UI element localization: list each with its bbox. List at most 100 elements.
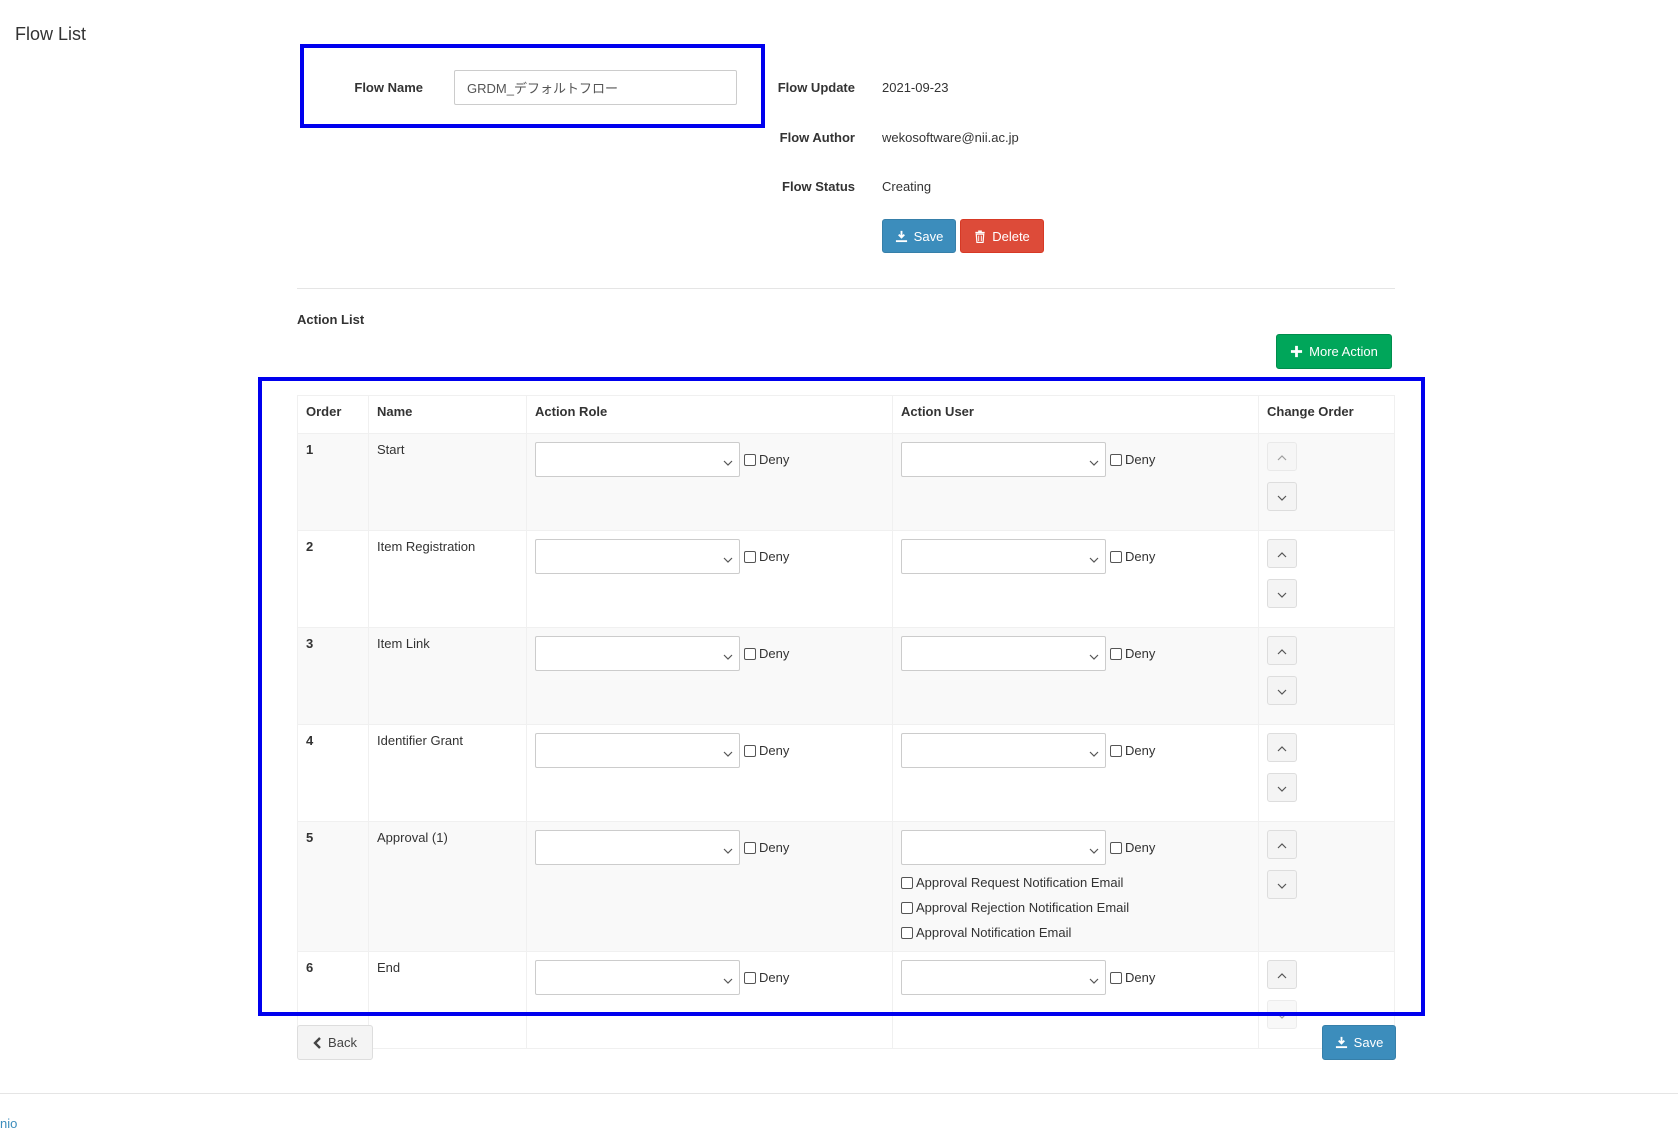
checkbox-box[interactable] [1110, 647, 1122, 660]
flow-name-input[interactable] [454, 70, 737, 105]
move-up-button[interactable] [1267, 960, 1297, 989]
back-button-label: Back [328, 1035, 357, 1050]
action-role-select[interactable] [535, 733, 740, 768]
bottom-save-label: Save [1353, 1035, 1384, 1050]
action-role-select[interactable] [535, 960, 740, 995]
chevron-up-icon [1277, 643, 1287, 658]
move-down-button[interactable] [1267, 773, 1297, 802]
checkbox-box[interactable] [744, 647, 756, 660]
move-down-button[interactable] [1267, 870, 1297, 899]
action-role-deny-checkbox[interactable]: Deny [744, 970, 789, 985]
action-user-cell: Deny [892, 627, 1259, 725]
delete-button[interactable]: Delete [960, 219, 1044, 253]
action-role-select[interactable] [535, 539, 740, 574]
bottom-save-button[interactable]: Save [1322, 1025, 1396, 1060]
order-cell: 1 [297, 433, 369, 531]
checkbox-box[interactable] [744, 453, 756, 466]
table-row: 5 Approval (1) Deny Deny Approval Reques… [297, 821, 1395, 952]
move-down-button[interactable] [1267, 482, 1297, 511]
more-action-button[interactable]: More Action [1276, 334, 1392, 369]
col-name: Name [368, 395, 527, 434]
col-action-role: Action Role [526, 395, 893, 434]
checkbox-box[interactable] [901, 876, 913, 889]
chevron-down-icon [723, 454, 733, 469]
change-order-cell [1258, 433, 1395, 531]
action-user-select[interactable] [901, 442, 1106, 477]
chevron-down-icon [1277, 683, 1287, 698]
chevron-up-icon [1277, 449, 1287, 464]
action-user-deny-checkbox[interactable]: Deny [1110, 646, 1155, 661]
checkbox-box[interactable] [744, 841, 756, 854]
checkbox-box[interactable] [744, 971, 756, 984]
deny-label: Deny [1125, 646, 1156, 661]
action-role-select[interactable] [535, 636, 740, 671]
move-up-button[interactable] [1267, 733, 1297, 762]
email-option-checkbox[interactable]: Approval Request Notification Email [901, 875, 1250, 890]
action-role-deny-checkbox[interactable]: Deny [744, 840, 789, 855]
move-up-button[interactable] [1267, 539, 1297, 568]
action-user-deny-checkbox[interactable]: Deny [1110, 743, 1155, 758]
action-user-select[interactable] [901, 539, 1106, 574]
move-up-button[interactable] [1267, 830, 1297, 859]
action-user-deny-checkbox[interactable]: Deny [1110, 549, 1155, 564]
footer-link[interactable]: nio [0, 1116, 17, 1131]
change-order-cell [1258, 724, 1395, 822]
deny-label: Deny [759, 452, 790, 467]
flow-author-value: wekosoftware@nii.ac.jp [882, 130, 1019, 145]
table-header-row: Order Name Action Role Action User Chang… [297, 395, 1395, 434]
deny-label: Deny [1125, 549, 1156, 564]
checkbox-box[interactable] [1110, 971, 1122, 984]
chevron-left-icon [313, 1036, 321, 1049]
order-cell: 2 [297, 530, 369, 628]
order-cell: 5 [297, 821, 369, 952]
action-role-deny-checkbox[interactable]: Deny [744, 452, 789, 467]
move-down-button[interactable] [1267, 1000, 1297, 1029]
checkbox-box[interactable] [744, 550, 756, 563]
flow-update-label: Flow Update [777, 80, 855, 95]
action-user-select[interactable] [901, 733, 1106, 768]
action-role-deny-checkbox[interactable]: Deny [744, 549, 789, 564]
move-down-button[interactable] [1267, 579, 1297, 608]
col-change-order: Change Order [1258, 395, 1395, 434]
deny-label: Deny [1125, 970, 1156, 985]
flow-status-label: Flow Status [782, 179, 855, 194]
checkbox-box[interactable] [901, 901, 913, 914]
checkbox-box[interactable] [901, 926, 913, 939]
chevron-down-icon [723, 551, 733, 566]
move-down-button[interactable] [1267, 676, 1297, 705]
download-icon [1335, 1036, 1347, 1049]
email-option-label: Approval Notification Email [916, 925, 1072, 940]
save-button[interactable]: Save [882, 219, 956, 253]
more-action-label: More Action [1309, 344, 1378, 359]
action-user-deny-checkbox[interactable]: Deny [1110, 970, 1155, 985]
chevron-down-icon [1089, 454, 1099, 469]
email-option-checkbox[interactable]: Approval Notification Email [901, 925, 1250, 940]
checkbox-box[interactable] [1110, 550, 1122, 563]
checkbox-box[interactable] [1110, 453, 1122, 466]
back-button[interactable]: Back [297, 1025, 373, 1060]
action-role-cell: Deny [526, 724, 893, 822]
email-option-checkbox[interactable]: Approval Rejection Notification Email [901, 900, 1250, 915]
move-up-button[interactable] [1267, 442, 1297, 471]
action-user-select[interactable] [901, 830, 1106, 865]
move-up-button[interactable] [1267, 636, 1297, 665]
deny-label: Deny [759, 743, 790, 758]
action-user-select[interactable] [901, 960, 1106, 995]
checkbox-box[interactable] [1110, 744, 1122, 757]
flow-status-value: Creating [882, 179, 932, 194]
chevron-down-icon [723, 972, 733, 987]
sidebar-title[interactable]: Flow List [15, 24, 86, 45]
name-cell: Approval (1) [368, 821, 527, 952]
action-role-deny-checkbox[interactable]: Deny [744, 743, 789, 758]
checkbox-box[interactable] [1110, 841, 1122, 854]
action-user-deny-checkbox[interactable]: Deny [1110, 452, 1155, 467]
action-role-deny-checkbox[interactable]: Deny [744, 646, 789, 661]
action-user-select[interactable] [901, 636, 1106, 671]
action-role-select[interactable] [535, 830, 740, 865]
deny-label: Deny [1125, 840, 1156, 855]
checkbox-box[interactable] [744, 744, 756, 757]
action-user-deny-checkbox[interactable]: Deny [1110, 840, 1155, 855]
action-role-select[interactable] [535, 442, 740, 477]
col-action-user: Action User [892, 395, 1259, 434]
deny-label: Deny [759, 840, 790, 855]
